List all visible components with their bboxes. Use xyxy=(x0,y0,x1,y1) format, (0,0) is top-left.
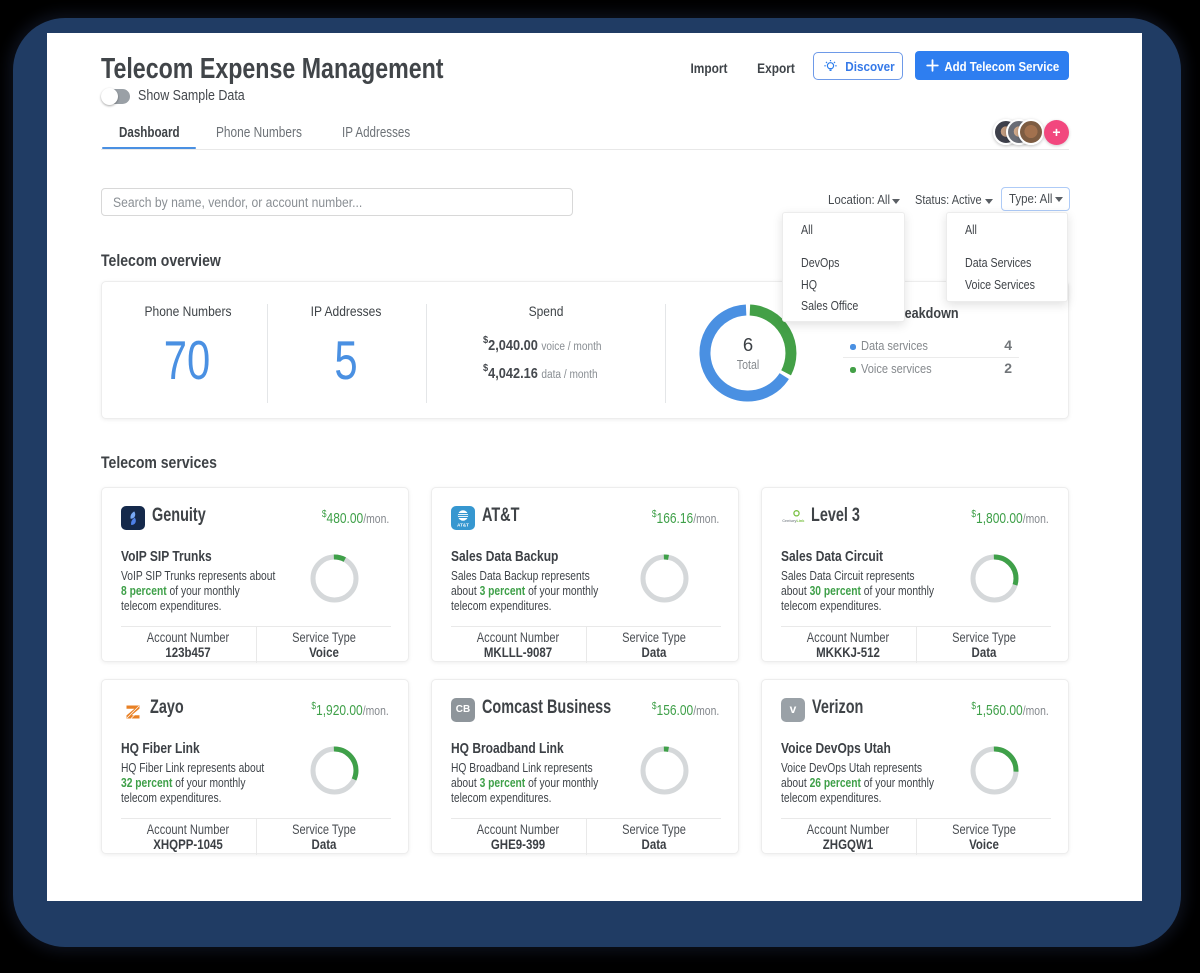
svg-text:AT&T: AT&T xyxy=(457,523,469,528)
svg-text:CenturyLink: CenturyLink xyxy=(782,519,805,523)
